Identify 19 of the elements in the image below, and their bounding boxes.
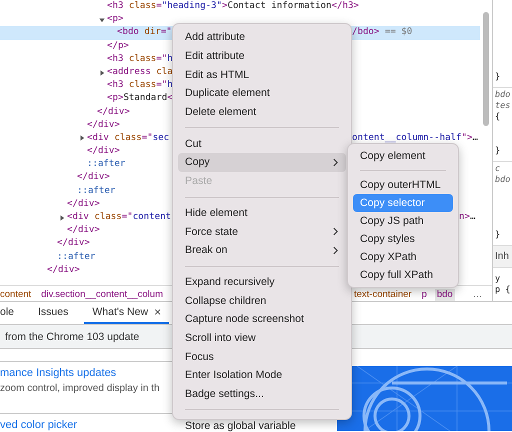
style-text: bdo xyxy=(495,175,512,186)
code-text: ontent__column--half">… xyxy=(352,132,478,143)
code-text: n>… xyxy=(459,212,476,222)
banner-text: from the Chrome 103 update xyxy=(5,330,140,342)
style-text: tes xyxy=(495,101,512,112)
tab-label: Issues xyxy=(38,306,68,318)
style-text: { xyxy=(495,112,502,123)
style-text: } xyxy=(495,72,502,83)
style-text: } xyxy=(495,230,502,241)
style-text: } xyxy=(495,146,502,157)
code-text: /bdo> == $0 xyxy=(352,27,412,38)
style-text: bdo xyxy=(495,90,512,101)
style-text: p { xyxy=(495,285,512,296)
style-text: y xyxy=(495,274,502,285)
tab-label: What's New xyxy=(92,306,148,318)
tab-label: ole xyxy=(0,306,14,318)
article-summary: zoom control, improved display in th xyxy=(0,382,160,396)
style-text: c xyxy=(495,164,502,175)
section-header: Inh xyxy=(493,246,512,268)
